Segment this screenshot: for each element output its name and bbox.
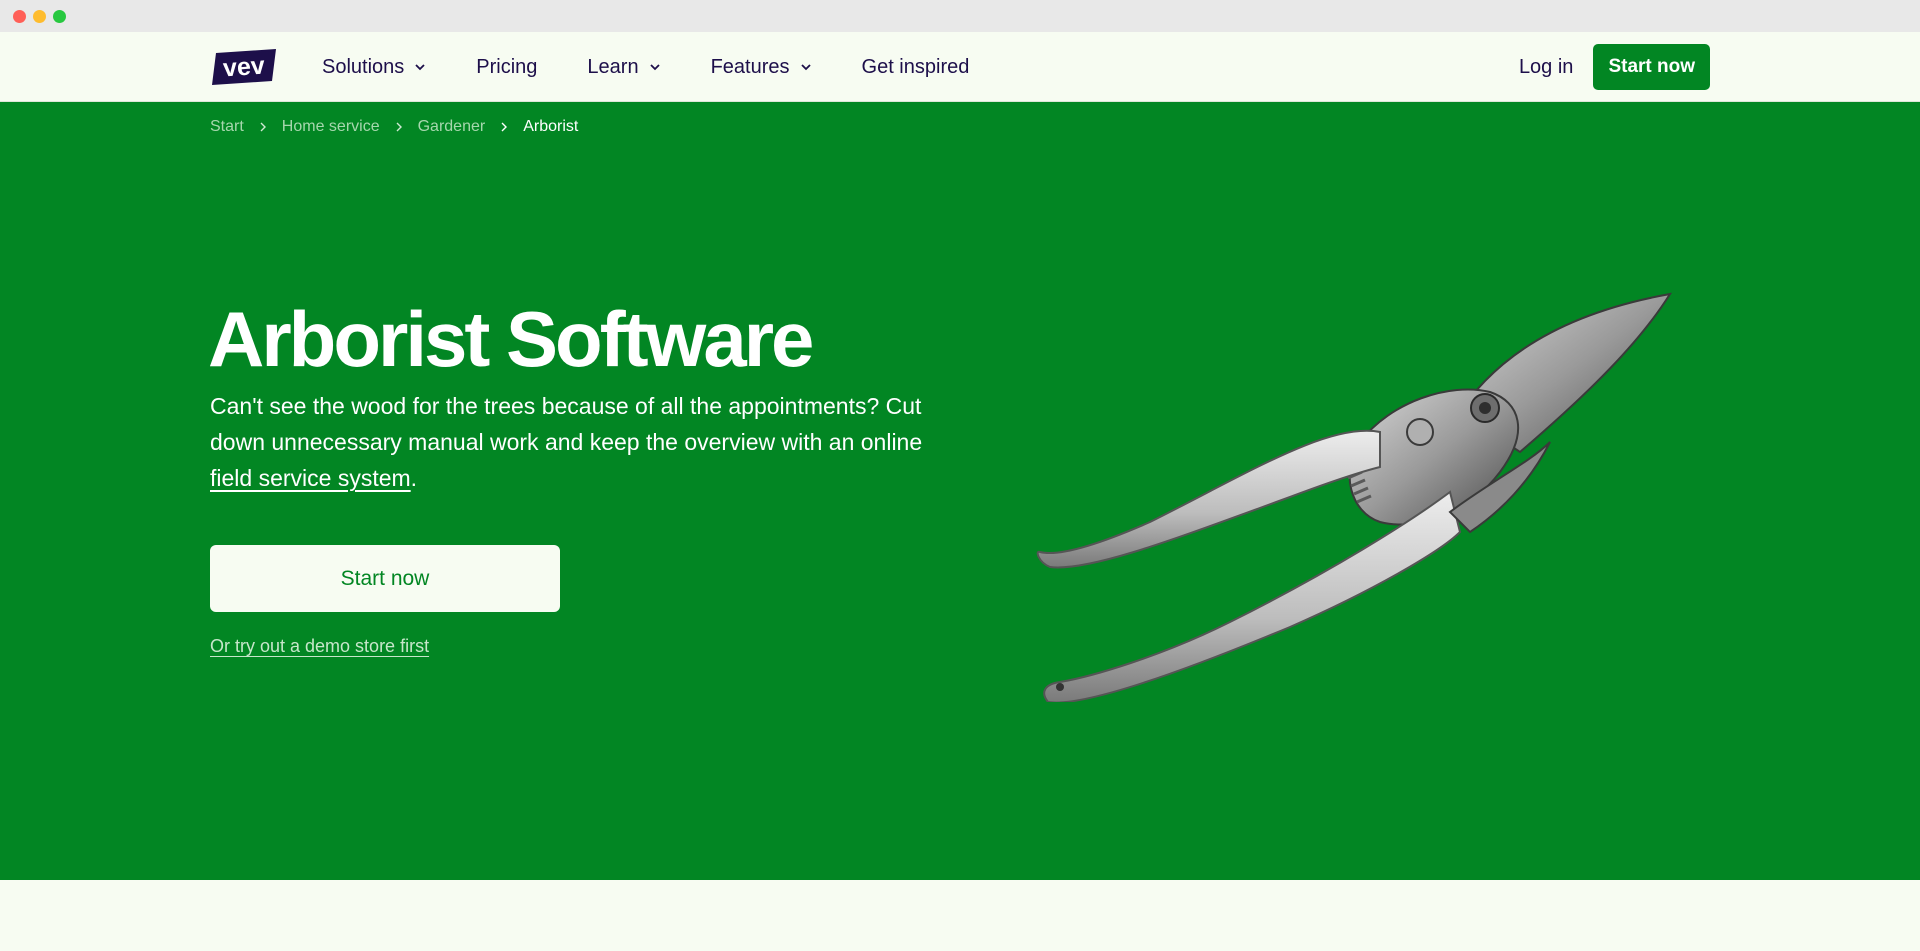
page-title: Arborist Software xyxy=(208,295,814,383)
chevron-right-icon xyxy=(396,122,402,132)
chevron-down-icon xyxy=(415,64,425,71)
nav-features-label: Features xyxy=(710,55,790,78)
nav-get-inspired[interactable]: Get inspired xyxy=(862,56,970,79)
maximize-window-button[interactable] xyxy=(53,10,66,23)
nav-pricing-label: Pricing xyxy=(476,55,538,78)
nav-learn-label: Learn xyxy=(587,55,639,78)
pruning-shears-image xyxy=(1036,292,1673,702)
breadcrumb: Start Home service Gardener Arborist xyxy=(210,118,578,136)
browser-titlebar xyxy=(0,0,1920,32)
main-menu: Solutions Pricing Learn Features Get ins… xyxy=(322,32,1019,102)
hero-description: Can't see the wood for the trees because… xyxy=(210,388,940,496)
nav-solutions[interactable]: Solutions xyxy=(322,56,426,79)
breadcrumb-arborist: Arborist xyxy=(523,118,579,135)
demo-store-link[interactable]: Or try out a demo store first xyxy=(210,636,429,657)
hero-section: Start Home service Gardener Arborist Arb… xyxy=(0,102,1920,880)
chevron-down-icon xyxy=(800,64,811,71)
breadcrumb-home-service[interactable]: Home service xyxy=(282,118,380,136)
field-service-system-link[interactable]: field service system xyxy=(210,465,411,491)
nav-solutions-label: Solutions xyxy=(322,55,405,78)
breadcrumb-start[interactable]: Start xyxy=(210,118,244,136)
nav-actions: Log in Start now xyxy=(1519,32,1710,102)
hero-description-end: . xyxy=(410,465,418,491)
close-window-button[interactable] xyxy=(13,10,26,23)
nav-get-inspired-label: Get inspired xyxy=(861,55,970,78)
start-now-hero-button[interactable]: Start now xyxy=(210,545,560,612)
chevron-right-icon xyxy=(501,122,508,132)
start-now-nav-button[interactable]: Start now xyxy=(1593,44,1710,90)
nav-pricing[interactable]: Pricing xyxy=(476,56,537,79)
chevron-down-icon xyxy=(649,64,660,71)
breadcrumb-gardener[interactable]: Gardener xyxy=(418,118,486,136)
top-navigation: vev Solutions Pricing Learn Features Get… xyxy=(0,32,1920,102)
vev-logo[interactable]: vev xyxy=(210,48,278,86)
nav-features[interactable]: Features xyxy=(711,56,812,79)
hero-description-text: Can't see the wood for the trees because… xyxy=(210,393,923,455)
logo-text: vev xyxy=(222,52,266,83)
chevron-right-icon xyxy=(260,122,266,132)
minimize-window-button[interactable] xyxy=(33,10,46,23)
nav-learn[interactable]: Learn xyxy=(587,56,660,79)
login-link[interactable]: Log in xyxy=(1519,56,1574,79)
